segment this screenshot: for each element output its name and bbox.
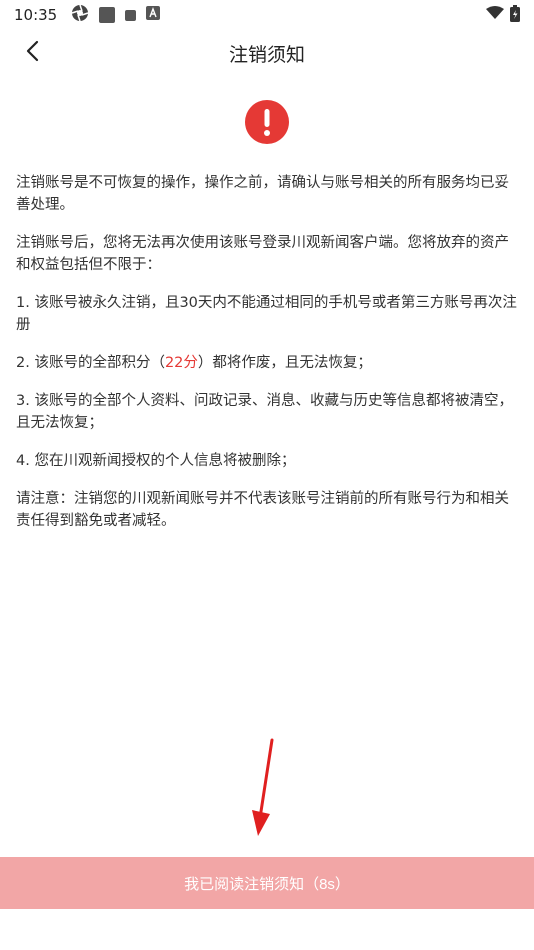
exclamation-circle-icon bbox=[245, 100, 289, 144]
points-prefix: 2. 该账号的全部积分（ bbox=[16, 355, 165, 371]
chevron-left-icon bbox=[25, 40, 41, 66]
notice-content: 注销账号是不可恢复的操作，操作之前，请确认与账号相关的所有服务均已妥善处理。 注… bbox=[16, 172, 518, 548]
notice-item-4: 4. 您在川观新闻授权的个人信息将被删除； bbox=[16, 453, 296, 469]
app-square-icon bbox=[99, 7, 116, 23]
wifi-icon bbox=[486, 6, 504, 24]
status-bar: 10:35 bbox=[0, 0, 534, 30]
page-title: 注销须知 bbox=[228, 43, 305, 66]
notice-item-2: 2. 该账号的全部积分（22分）都将作废，且无法恢复； bbox=[16, 352, 518, 374]
aperture-icon bbox=[71, 4, 89, 26]
points-value: 22分 bbox=[164, 355, 198, 371]
confirm-read-button[interactable]: 我已阅读注销须知（8s） bbox=[0, 857, 534, 909]
notice-warning: 请注意：注销您的川观新闻账号并不代表该账号注销前的所有账号行为和相关责任得到豁免… bbox=[16, 491, 509, 529]
status-right bbox=[486, 4, 520, 26]
small-square-icon bbox=[125, 9, 137, 21]
a-badge-icon bbox=[146, 6, 161, 24]
points-suffix: ）都将作废，且无法恢复； bbox=[197, 355, 372, 371]
battery-icon bbox=[510, 4, 520, 26]
notice-item-1: 1. 该账号被永久注销，且30天内不能通过相同的手机号或者第三方账号再次注册 bbox=[16, 295, 517, 333]
red-arrow-annotation bbox=[248, 738, 278, 838]
status-icons-left bbox=[71, 4, 161, 26]
notice-paragraph-1: 注销账号是不可恢复的操作，操作之前，请确认与账号相关的所有服务均已妥善处理。 bbox=[16, 175, 509, 213]
back-button[interactable] bbox=[18, 38, 48, 68]
notice-paragraph-2: 注销账号后，您将无法再次使用该账号登录川观新闻客户端。您将放弃的资产和权益包括但… bbox=[16, 235, 509, 273]
status-time: 10:35 bbox=[14, 6, 58, 24]
notice-item-3: 3. 该账号的全部个人资料、问政记录、消息、收藏与历史等信息都将被清空，且无法恢… bbox=[16, 393, 513, 431]
nav-bar: 注销须知 bbox=[0, 30, 534, 76]
